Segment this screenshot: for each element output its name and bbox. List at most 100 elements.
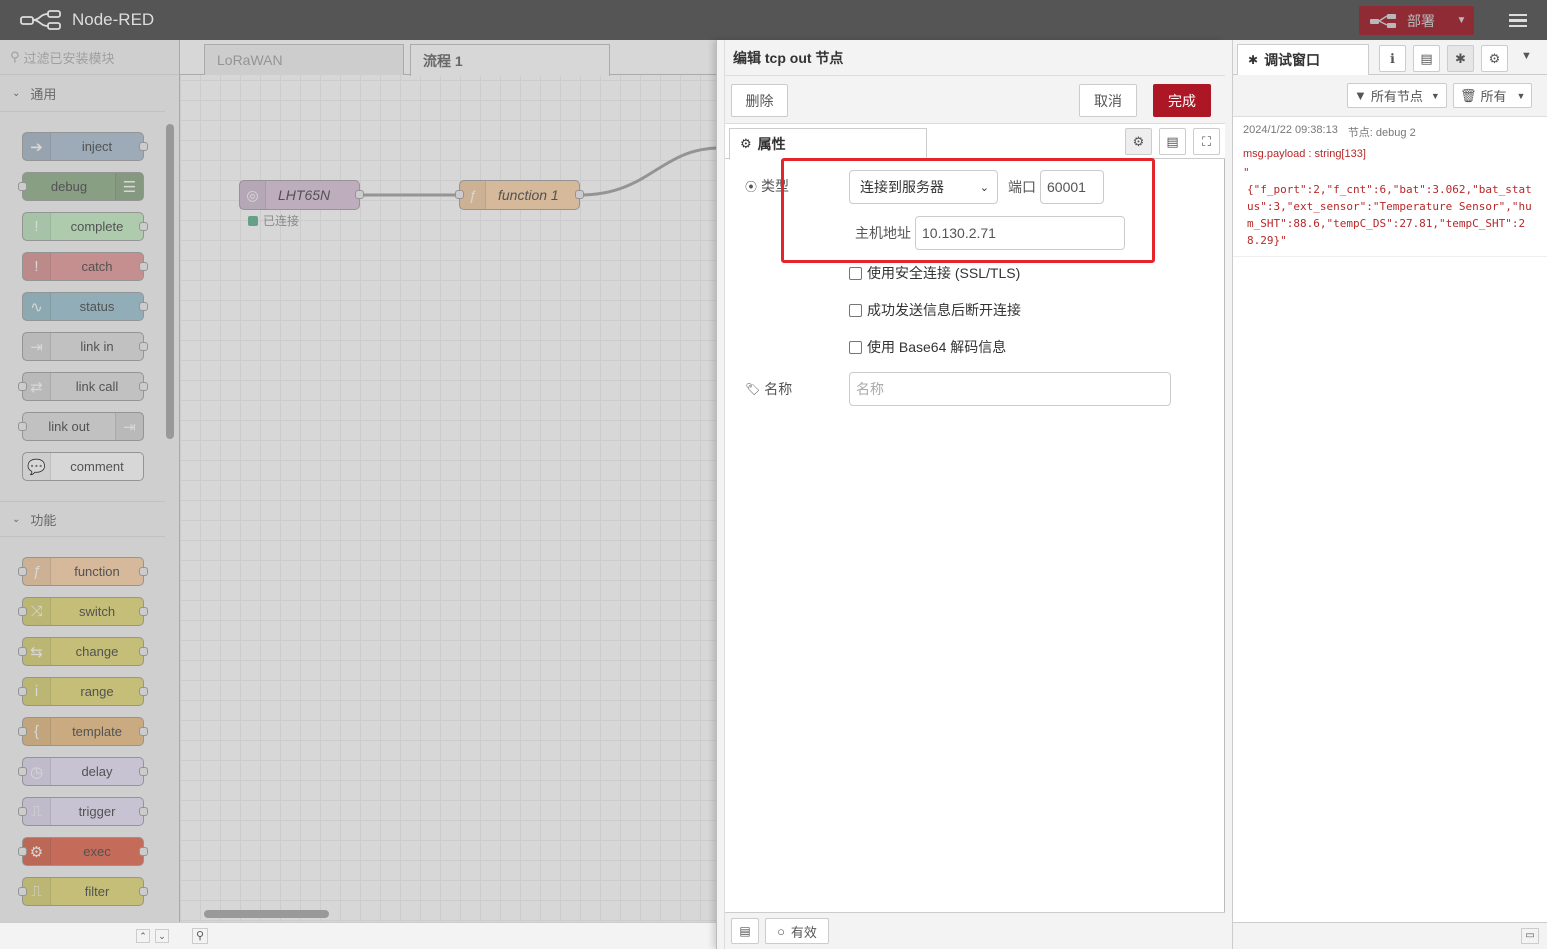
clear-messages-button[interactable]: 🗑 所有 ▼	[1453, 83, 1533, 108]
status-label: 已连接	[263, 214, 300, 228]
node-label: exec	[83, 844, 111, 859]
debug-toolbar: ▼ 所有节点 ▼ 🗑 所有 ▼	[1233, 75, 1547, 117]
name-label: 🏷 名称	[745, 379, 792, 399]
palette-node-link-in[interactable]: ⇥ link in	[22, 332, 148, 361]
exclamation-icon: !	[23, 253, 51, 280]
main-menu-button[interactable]	[1500, 6, 1536, 35]
dot-circle-icon: ⦿	[745, 179, 758, 194]
palette-node-delay[interactable]: ◷ delay	[18, 757, 148, 786]
description-icon[interactable]: ▤	[1159, 128, 1186, 155]
delete-button[interactable]: 删除	[731, 84, 788, 117]
label-text: 名称	[764, 381, 793, 397]
palette-node-template[interactable]: {template	[18, 717, 148, 746]
node-label: range	[80, 684, 114, 699]
filter-icon: ▼	[1354, 88, 1367, 103]
palette-node-function[interactable]: ƒ function	[18, 557, 148, 586]
sidebar: ✱ 调试窗口 ℹ ▤ ✱ ⚙ ▼ ▼ 所有节点 ▼ 🗑 所有 ▼ 2024/1/…	[1233, 40, 1547, 949]
hamburger-line	[1509, 24, 1527, 28]
node-label: link out	[48, 419, 90, 434]
tray-resize-handle[interactable]	[717, 40, 725, 949]
monitor-icon[interactable]: ▭	[1521, 928, 1539, 944]
collapse-up-icon[interactable]: ⌃	[136, 929, 150, 943]
sidebar-separator[interactable]	[1225, 40, 1233, 949]
node-settings-icon[interactable]: ⚙	[1125, 128, 1152, 155]
node-label: catch	[81, 259, 113, 274]
collapse-down-icon[interactable]: ⌄	[155, 929, 169, 943]
input-value: 60001	[1047, 179, 1086, 195]
palette-node-exec[interactable]: ⚙ exec	[18, 837, 148, 866]
palette: ⚲ 过滤已安装模块 ⌄ 通用 ➔ inject debug ☰ ! complete …	[0, 40, 180, 949]
palette-node-complete[interactable]: ! complete	[22, 212, 148, 241]
bug-icon[interactable]: ✱	[1447, 45, 1474, 72]
enabled-toggle[interactable]: ○ 有效	[765, 918, 829, 944]
chevron-down-icon[interactable]: ▼	[1521, 50, 1532, 62]
palette-category-common[interactable]: ⌄ 通用	[0, 76, 165, 112]
book-icon[interactable]: ▤	[1413, 45, 1440, 72]
node-label: link in	[80, 339, 114, 354]
debug-property: msg.payload : string[133]	[1243, 148, 1366, 160]
search-icon[interactable]: ⚲	[192, 928, 208, 944]
appearance-icon[interactable]: ⛶	[1193, 128, 1220, 155]
cancel-button[interactable]: 取消	[1079, 84, 1137, 117]
node-label: inject	[81, 139, 113, 154]
palette-category-function[interactable]: ⌄ 功能	[0, 501, 165, 537]
gear-icon: ⚙	[740, 136, 752, 151]
deploy-button[interactable]: 部署 ▼	[1359, 6, 1474, 35]
palette-node-catch[interactable]: ! catch	[22, 252, 148, 281]
node-help-button[interactable]: ▤	[731, 918, 759, 944]
palette-node-status[interactable]: ∿ status	[22, 292, 148, 321]
palette-node-inject[interactable]: ➔ inject	[22, 132, 148, 161]
tab-properties[interactable]: ⚙ 属性	[729, 128, 927, 160]
chevron-down-icon: ⌄	[12, 513, 21, 525]
palette-node-trigger[interactable]: ⎍ trigger	[18, 797, 148, 826]
tab-debug[interactable]: ✱ 调试窗口	[1237, 44, 1369, 76]
node-label: change	[75, 644, 119, 659]
host-input[interactable]: 10.130.2.71	[915, 216, 1125, 250]
app-logo: Node-RED	[20, 8, 154, 32]
done-button[interactable]: 完成	[1153, 84, 1211, 117]
tls-checkbox[interactable]: 使用安全连接 (SSL/TLS)	[849, 263, 1020, 283]
palette-node-switch[interactable]: ⤨ switch	[18, 597, 148, 626]
deploy-icon	[1370, 13, 1396, 28]
checkbox[interactable]	[849, 303, 862, 317]
checkbox-label: 成功发送信息后断开连接	[867, 302, 1021, 318]
exclamation-icon: !	[23, 213, 51, 240]
palette-node-filter[interactable]: ⎍ filter	[18, 877, 148, 906]
info-icon[interactable]: ℹ	[1379, 45, 1406, 72]
debug-payload-quote: "	[1243, 166, 1250, 179]
palette-search-input[interactable]: ⚲ 过滤已安装模块	[0, 40, 179, 75]
port-label: 端口	[1008, 177, 1036, 197]
filter-nodes-button[interactable]: ▼ 所有节点 ▼	[1347, 83, 1447, 108]
palette-scrollbar[interactable]	[166, 124, 174, 439]
workspace-scrollbar[interactable]	[204, 910, 329, 918]
gear-icon[interactable]: ⚙	[1481, 45, 1508, 72]
base64-checkbox[interactable]: 使用 Base64 解码信息	[849, 337, 1006, 357]
flow-node-lht65n[interactable]: ◎ LHT65N	[239, 180, 364, 210]
header: Node-RED 部署 ▼	[0, 0, 1547, 40]
debug-message[interactable]: 2024/1/22 09:38:13 节点: debug 2 msg.paylo…	[1233, 117, 1547, 257]
flow-node-function-1[interactable]: ƒ function 1	[455, 180, 584, 210]
category-label: 通用	[30, 87, 57, 102]
circle-icon: ○	[777, 923, 785, 939]
palette-node-range[interactable]: i range	[18, 677, 148, 706]
palette-node-link-call[interactable]: ⇄ link call	[18, 372, 148, 401]
palette-node-debug[interactable]: debug ☰	[18, 172, 144, 201]
search-icon: ⚲	[10, 49, 20, 64]
checkbox-label: 使用 Base64 解码信息	[867, 339, 1007, 355]
close-after-send-checkbox[interactable]: 成功发送信息后断开连接	[849, 300, 1021, 320]
port-input[interactable]: 60001	[1040, 170, 1104, 204]
type-select[interactable]: 连接到服务器 ⌄	[849, 170, 998, 204]
palette-node-comment[interactable]: 💬 comment	[22, 452, 144, 481]
node-label: switch	[78, 604, 116, 619]
checkbox[interactable]	[849, 340, 862, 354]
list-icon: ☰	[115, 173, 143, 200]
editor-footer: ▤ ○ 有效	[725, 912, 1225, 949]
deploy-menu-caret-icon[interactable]: ▼	[1449, 15, 1474, 26]
palette-node-link-out[interactable]: link out ⇥	[18, 412, 144, 441]
checkbox[interactable]	[849, 266, 862, 280]
switch-icon: ⤨	[23, 598, 51, 625]
caret-down-icon: ▼	[1516, 90, 1526, 101]
palette-node-change[interactable]: ⇆ change	[18, 637, 148, 666]
debug-node-name[interactable]: 节点: debug 2	[1348, 124, 1416, 140]
name-input[interactable]: 名称	[849, 372, 1171, 406]
